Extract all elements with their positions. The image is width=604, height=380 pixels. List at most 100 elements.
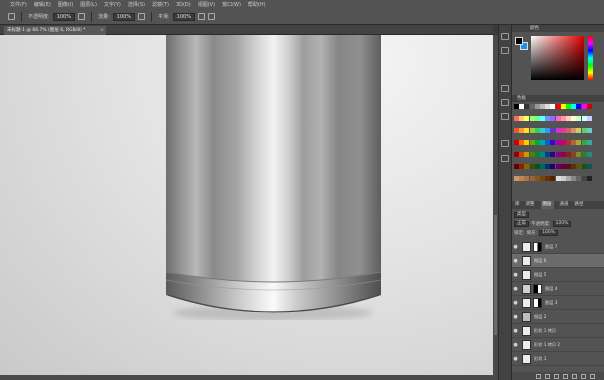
layer-thumbnail bbox=[522, 255, 531, 266]
visibility-eye-icon[interactable]: ● bbox=[512, 300, 519, 306]
adjustment-layer-icon[interactable] bbox=[563, 373, 568, 379]
history-icon[interactable] bbox=[501, 33, 509, 40]
layer-style-icon[interactable] bbox=[545, 373, 550, 379]
swatches-grid[interactable] bbox=[512, 96, 592, 186]
blend-mode-select[interactable]: 正常 bbox=[514, 220, 529, 227]
fill-field[interactable]: 100% bbox=[539, 229, 558, 236]
layer-opacity-field[interactable]: 100% bbox=[552, 220, 572, 227]
menu-type[interactable]: 文字(Y) bbox=[104, 1, 121, 8]
visibility-eye-icon[interactable]: ● bbox=[512, 244, 519, 250]
menu-image[interactable]: 图像(I) bbox=[58, 1, 73, 8]
group-icon[interactable] bbox=[572, 373, 577, 379]
layer-name: 图层 3 bbox=[545, 299, 558, 305]
menu-view[interactable]: 视图(V) bbox=[198, 1, 215, 8]
layer-mask-thumbnail[interactable] bbox=[533, 241, 542, 252]
brush-panel-icon[interactable] bbox=[501, 85, 509, 92]
character-icon[interactable] bbox=[501, 99, 509, 106]
visibility-eye-icon[interactable]: ● bbox=[512, 314, 519, 320]
add-mask-icon[interactable] bbox=[554, 373, 559, 379]
color-swatch[interactable] bbox=[586, 152, 592, 157]
panel-icon-strip bbox=[498, 25, 511, 380]
flow-label: 流量: bbox=[97, 14, 110, 20]
airbrush-icon[interactable] bbox=[137, 13, 145, 20]
layer-name: 图层 5 bbox=[534, 271, 547, 277]
tab-adjustments[interactable]: 调整 bbox=[526, 201, 535, 209]
layers-controls: 类型 正常 不透明度: 100% 锁定: 填充: 100% bbox=[512, 210, 604, 238]
document-tab-title: 未标题-1 @ 66.7% (图层 6, RGB/8) * bbox=[7, 28, 86, 33]
color-swatch[interactable] bbox=[586, 164, 592, 169]
layer-row[interactable]: ● 形状 1 拷贝 2 bbox=[512, 338, 604, 352]
color-swatch[interactable] bbox=[586, 128, 592, 133]
visibility-eye-icon[interactable]: ● bbox=[512, 272, 519, 278]
document-canvas[interactable] bbox=[0, 35, 493, 375]
info-icon[interactable] bbox=[501, 140, 509, 147]
layer-thumbnail bbox=[522, 297, 531, 308]
color-picker-field[interactable] bbox=[531, 36, 584, 80]
link-layers-icon[interactable] bbox=[536, 373, 541, 379]
trash-icon[interactable] bbox=[590, 373, 595, 379]
layer-thumbnail bbox=[522, 339, 531, 350]
visibility-eye-icon[interactable]: ● bbox=[512, 342, 519, 348]
menu-3d[interactable]: 3D(D) bbox=[176, 2, 191, 8]
visibility-eye-icon[interactable]: ● bbox=[512, 356, 519, 362]
properties-icon[interactable] bbox=[501, 47, 509, 54]
layer-name: 图层 7 bbox=[545, 243, 558, 249]
layer-thumbnail bbox=[522, 269, 531, 280]
layer-row-selected[interactable]: ● 图层 6 bbox=[512, 254, 604, 268]
visibility-eye-icon[interactable]: ● bbox=[512, 286, 519, 292]
color-swatch[interactable] bbox=[586, 104, 592, 109]
layer-mask-thumbnail[interactable] bbox=[533, 297, 542, 308]
scroll-thumb[interactable] bbox=[494, 215, 497, 335]
layer-row[interactable]: ● 形状 1 拷贝 bbox=[512, 324, 604, 338]
opacity-field[interactable]: 100% bbox=[52, 12, 75, 21]
visibility-eye-icon[interactable]: ● bbox=[512, 258, 519, 264]
new-layer-icon[interactable] bbox=[581, 373, 586, 379]
layer-row[interactable]: ● 图层 2 bbox=[512, 310, 604, 324]
fg-bg-colors[interactable] bbox=[515, 37, 529, 51]
menu-layer[interactable]: 图层(L) bbox=[80, 1, 97, 8]
tab-channels[interactable]: 通道 bbox=[560, 201, 569, 209]
layer-row[interactable]: ● 图层 4 bbox=[512, 282, 604, 296]
tab-libraries[interactable]: 库 bbox=[515, 201, 520, 209]
menu-filter[interactable]: 滤镜(T) bbox=[152, 1, 169, 8]
menu-select[interactable]: 选择(S) bbox=[128, 1, 145, 8]
kind-filter-select[interactable]: 类型 bbox=[514, 211, 529, 218]
separator bbox=[150, 11, 152, 22]
smooth-field[interactable]: 100% bbox=[172, 12, 195, 21]
layer-row[interactable]: ● 形状 1 bbox=[512, 352, 604, 366]
layer-thumbnail bbox=[522, 325, 531, 336]
tab-paths[interactable]: 路径 bbox=[575, 201, 584, 209]
actions-icon[interactable] bbox=[501, 155, 509, 162]
menu-edit[interactable]: 编辑(E) bbox=[34, 1, 51, 8]
lock-row: 锁定: 填充: 100% bbox=[514, 229, 603, 236]
menu-help[interactable]: 帮助(H) bbox=[248, 1, 266, 8]
foreground-color-swatch[interactable] bbox=[515, 37, 523, 45]
menu-file[interactable]: 文件(F) bbox=[10, 1, 27, 8]
color-panel-title[interactable]: 颜色 bbox=[530, 26, 539, 31]
visibility-eye-icon[interactable]: ● bbox=[512, 328, 519, 334]
layer-row[interactable]: ● 图层 5 bbox=[512, 268, 604, 282]
pressure-size-icon[interactable] bbox=[207, 13, 215, 20]
flow-field[interactable]: 100% bbox=[112, 12, 135, 21]
brush-preset-icon[interactable] bbox=[8, 13, 15, 20]
color-swatch[interactable] bbox=[586, 116, 592, 121]
gear-icon[interactable] bbox=[197, 13, 205, 20]
pressure-opacity-icon[interactable] bbox=[77, 13, 85, 20]
paragraph-icon[interactable] bbox=[501, 113, 509, 120]
layer-mask-thumbnail[interactable] bbox=[533, 283, 542, 294]
close-tab-icon[interactable]: × bbox=[100, 26, 104, 35]
tab-layers[interactable]: 图层 bbox=[540, 201, 554, 209]
document-tab[interactable]: 未标题-1 @ 66.7% (图层 6, RGB/8) * × bbox=[4, 26, 106, 35]
blend-row: 正常 不透明度: 100% bbox=[514, 220, 603, 227]
right-panels: 颜色 色板 库 调整 图层 通道 路径 类型 正常 不透明度: 100% 锁定:… bbox=[511, 25, 604, 380]
horizontal-scrollbar[interactable] bbox=[0, 375, 498, 380]
layers-list: ● 图层 7 ● 图层 6 ● 图层 5 ● 图层 4 ● 图层 3 ● 图层 … bbox=[512, 240, 604, 372]
hue-slider[interactable] bbox=[588, 36, 593, 80]
menu-window[interactable]: 窗口(W) bbox=[222, 1, 241, 8]
color-swatch[interactable] bbox=[586, 140, 592, 145]
layer-row[interactable]: ● 图层 3 bbox=[512, 296, 604, 310]
lock-label: 锁定: bbox=[514, 230, 525, 236]
layer-row[interactable]: ● 图层 7 bbox=[512, 240, 604, 254]
layer-name: 图层 4 bbox=[545, 285, 558, 291]
color-swatch[interactable] bbox=[586, 176, 592, 181]
